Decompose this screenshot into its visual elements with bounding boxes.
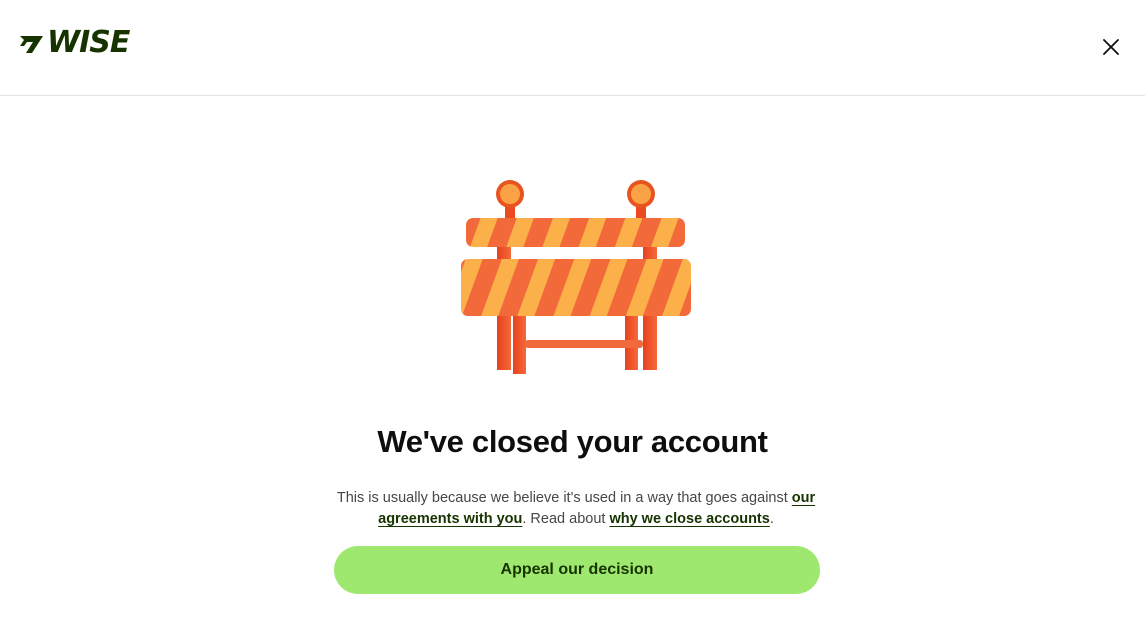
wise-logo[interactable]: WISE <box>19 27 130 59</box>
explanation-text: This is usually because we believe it's … <box>322 488 830 530</box>
top-bar: WISE <box>0 0 1145 96</box>
appeal-button[interactable]: Appeal our decision <box>334 546 820 594</box>
barrier-icon <box>461 180 691 374</box>
wise-flag-icon <box>20 36 43 53</box>
explanation-part-3: . <box>769 511 774 527</box>
explanation-part-1: This is usually because we believe it's … <box>336 490 792 506</box>
close-button[interactable] <box>1095 31 1127 63</box>
why-close-accounts-link[interactable]: why we close accounts <box>609 511 769 527</box>
page-title: We've closed your account <box>377 424 768 459</box>
explanation-part-2: . Read about <box>522 511 610 527</box>
close-icon <box>1103 39 1119 55</box>
